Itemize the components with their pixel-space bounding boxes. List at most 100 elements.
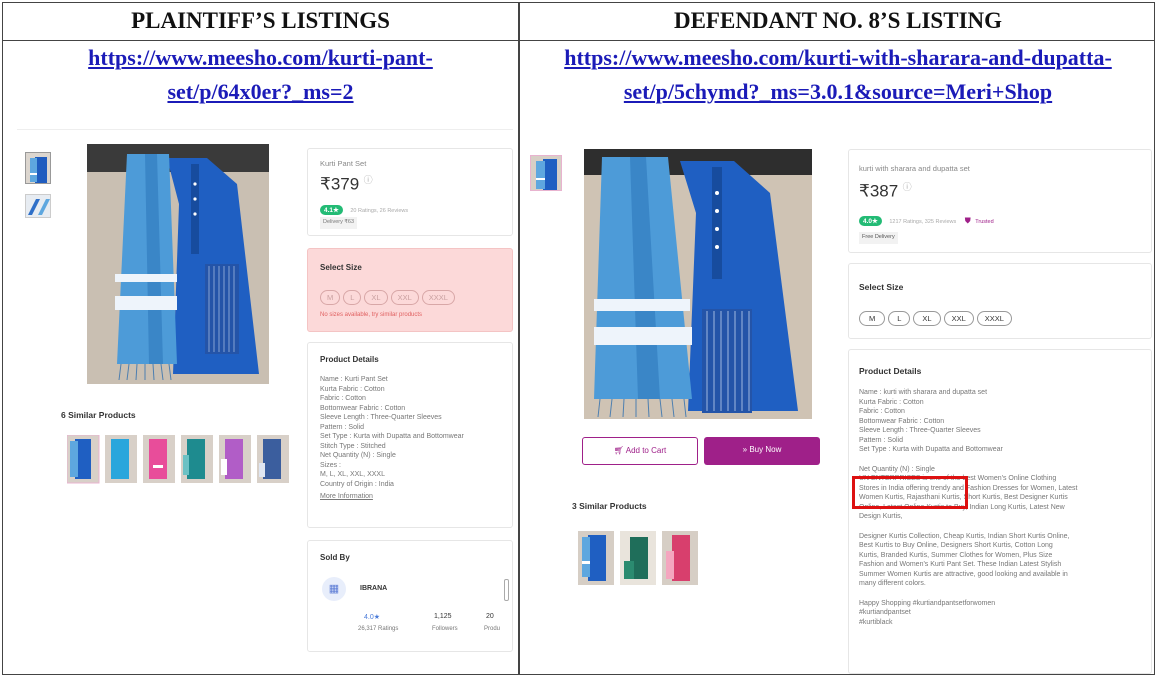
size-option-xl[interactable]: XL xyxy=(913,311,941,326)
description-line: Kurtis, Branded Kurtis, Summer Clothes f… xyxy=(859,551,1053,559)
description-line: Summer Women Kurtis are attractive, good… xyxy=(859,570,1068,578)
plaintiff-size-card: Select Size M L XL XXL XXXL No sizes availab… xyxy=(307,248,513,332)
cart-icon: 🛒︎ xyxy=(613,446,626,455)
plaintiff-size-options: M L XL XXL XXXL xyxy=(320,287,458,305)
detail-line: Pattern : Solid xyxy=(859,436,903,444)
defendant-similar-products-row xyxy=(578,531,708,587)
detail-line: Bottomwear Fabric : Cotton xyxy=(320,404,406,412)
plaintiff-product-title: Kurti Pant Set xyxy=(320,159,367,168)
trusted-label: Trusted xyxy=(975,219,994,225)
size-option-l[interactable]: L xyxy=(343,290,362,305)
defendant-column-header: DEFENDANT NO. 8’S LISTING xyxy=(673,8,1003,33)
size-option-m[interactable]: M xyxy=(320,290,341,305)
plaintiff-url-line2[interactable]: set/p/64x0er?_ms=2 xyxy=(3,75,518,109)
similar-thumb-1 xyxy=(578,531,614,585)
plaintiff-seller-ratings-count: 26,317 Ratings xyxy=(358,626,399,632)
description-line: many different colors. xyxy=(859,580,926,587)
scroll-handle[interactable] xyxy=(504,579,509,601)
kurti-product-photo xyxy=(87,144,269,384)
followers-count: 1,125 xyxy=(434,613,452,620)
detail-line: Pattern : Solid xyxy=(320,423,364,431)
size-option-xxxl[interactable]: XXXL xyxy=(421,290,455,305)
defendant-rating-badge: 4.0★ xyxy=(859,216,882,226)
highlight-box xyxy=(852,476,968,509)
info-icon: ⓘ xyxy=(363,175,373,185)
followers-label: Followers xyxy=(432,626,458,632)
hashtag-line: Happy Shopping #kurtiandpantsetforwomen xyxy=(859,599,996,607)
defendant-thumbnail-1[interactable] xyxy=(530,155,562,191)
defendant-product-title: kurti with sharara and dupatta set xyxy=(859,164,970,173)
similar-thumb-2 xyxy=(620,531,656,585)
detail-line: Fabric : Cotton xyxy=(320,395,366,402)
size-option-l[interactable]: L xyxy=(888,311,911,326)
plaintiff-thumbnail-2[interactable] xyxy=(25,194,51,218)
detail-line: Net Quantity (N) : Single xyxy=(320,452,396,459)
defendant-delivery-badge: Free Delivery xyxy=(859,232,898,244)
similar-thumb-3 xyxy=(143,435,175,483)
plaintiff-similar-products-row xyxy=(66,434,297,485)
similar-product-thumbnails[interactable] xyxy=(66,434,297,485)
size-option-m[interactable]: M xyxy=(859,311,886,326)
description-line: Designer Kurtis Collection, Cheap Kurtis… xyxy=(859,532,1070,540)
plaintiff-similar-products-heading: 6 Similar Products xyxy=(61,410,136,420)
plaintiff-product-details-card: Product Details Name : Kurti Pant Set Ku… xyxy=(307,342,513,528)
detail-line: Set Type : Kurta with Dupatta and Bottom… xyxy=(859,446,1003,453)
defendant-url-line1[interactable]: https://www.meesho.com/kurti-with-sharar… xyxy=(520,41,1156,75)
description-line: Best Kurtis to Buy Online, Designers Sho… xyxy=(859,542,1053,549)
plaintiff-price-row: ₹379 ⓘ xyxy=(320,173,373,194)
size-option-xxl[interactable]: XXL xyxy=(390,290,419,305)
detail-line: Fabric : Cotton xyxy=(859,408,905,415)
plaintiff-thumbnail-1[interactable] xyxy=(25,152,51,184)
defendant-product-details-card: Product Details Name : kurti with sharar… xyxy=(848,349,1152,674)
plaintiff-column-header: PLAINTIFF’S LISTINGS xyxy=(131,8,390,33)
more-information-link[interactable]: More Information xyxy=(320,492,510,502)
plaintiff-select-size-label: Select Size xyxy=(320,263,362,272)
buy-now-label: Buy Now xyxy=(749,445,782,454)
detail-line: Name : Kurti Pant Set xyxy=(320,376,388,383)
comparison-table: PLAINTIFF’S LISTINGS DEFENDANT NO. 8’S L… xyxy=(2,2,1155,675)
similar-thumb-1 xyxy=(66,434,100,484)
defendant-url-link[interactable]: https://www.meesho.com/kurti-with-sharar… xyxy=(520,41,1156,109)
products-count: 20 xyxy=(486,613,494,620)
add-to-cart-label: Add to Cart xyxy=(625,446,667,455)
defendant-price-card: kurti with sharara and dupatta set ₹387 … xyxy=(848,149,1152,253)
size-option-xl[interactable]: XL xyxy=(364,290,388,305)
defendant-rating-row: 4.0★ 1217 Ratings, 325 Reviews ⛊ Trusted xyxy=(859,210,994,228)
hashtag-line: #kurtiblack xyxy=(859,618,893,626)
detail-line: Country of Origin : India xyxy=(320,480,394,488)
plaintiff-url-line1[interactable]: https://www.meesho.com/kurti-pant- xyxy=(3,41,518,75)
defendant-price-row: ₹387 ⓘ xyxy=(859,180,912,201)
sold-by-heading: Sold By xyxy=(320,553,350,562)
add-to-cart-button[interactable]: 🛒︎ Add to Cart xyxy=(582,437,698,465)
similar-product-thumbnails[interactable] xyxy=(578,531,708,587)
detail-line: Sleeve Length : Three-Quarter Sleeves xyxy=(320,414,442,421)
plaintiff-url-link[interactable]: https://www.meesho.com/kurti-pant- set/p… xyxy=(3,41,518,109)
similar-thumb-6 xyxy=(257,435,289,483)
size-option-xxl[interactable]: XXL xyxy=(943,311,974,326)
similar-thumb-2 xyxy=(105,435,137,483)
similar-thumb-4 xyxy=(181,435,213,483)
defendant-size-card: Select Size M L XL XXL XXXL xyxy=(848,263,1152,339)
plaintiff-sold-by-card: Sold By ▦ IBRANA 4.0★ 26,317 Ratings 1,1… xyxy=(307,540,513,652)
kurti-product-photo xyxy=(584,149,812,419)
detail-line: Set Type : Kurta with Dupatta and Bottom… xyxy=(320,433,464,440)
size-option-xxxl[interactable]: XXXL xyxy=(976,311,1012,326)
kurti-thumbnail-image xyxy=(26,153,50,183)
kurti-thumbnail-image xyxy=(531,156,561,190)
plaintiff-rating-row: 4.1★ 20 Ratings, 26 Reviews xyxy=(320,199,408,217)
buy-now-button[interactable]: » Buy Now xyxy=(704,437,820,465)
detail-line: Bottomwear Fabric : Cotton xyxy=(859,417,945,425)
detail-line: Sizes : xyxy=(320,461,342,469)
plaintiff-price: ₹379 xyxy=(320,174,360,194)
defendant-url-line2[interactable]: set/p/5chymd?_ms=3.0.1&source=Meri+Shop xyxy=(520,75,1156,109)
plaintiff-price-card: Kurti Pant Set ₹379 ⓘ 4.1★ 20 Ratings, 2… xyxy=(307,148,513,236)
plaintiff-seller-rating: 4.0★ xyxy=(364,614,381,621)
detail-line: Stitch Type : Stitched xyxy=(320,442,386,450)
seller-name[interactable]: IBRANA xyxy=(360,585,387,592)
defendant-size-options: M L XL XXL XXXL xyxy=(859,308,1015,326)
detail-line: Kurta Fabric : Cotton xyxy=(859,398,924,406)
defendant-similar-products-heading: 3 Similar Products xyxy=(572,501,647,511)
plaintiff-delivery-badge: Delivery ₹63 xyxy=(320,217,358,229)
similar-thumb-3 xyxy=(662,531,698,585)
net-quantity-line: Net Quantity (N) : Single xyxy=(859,465,935,473)
